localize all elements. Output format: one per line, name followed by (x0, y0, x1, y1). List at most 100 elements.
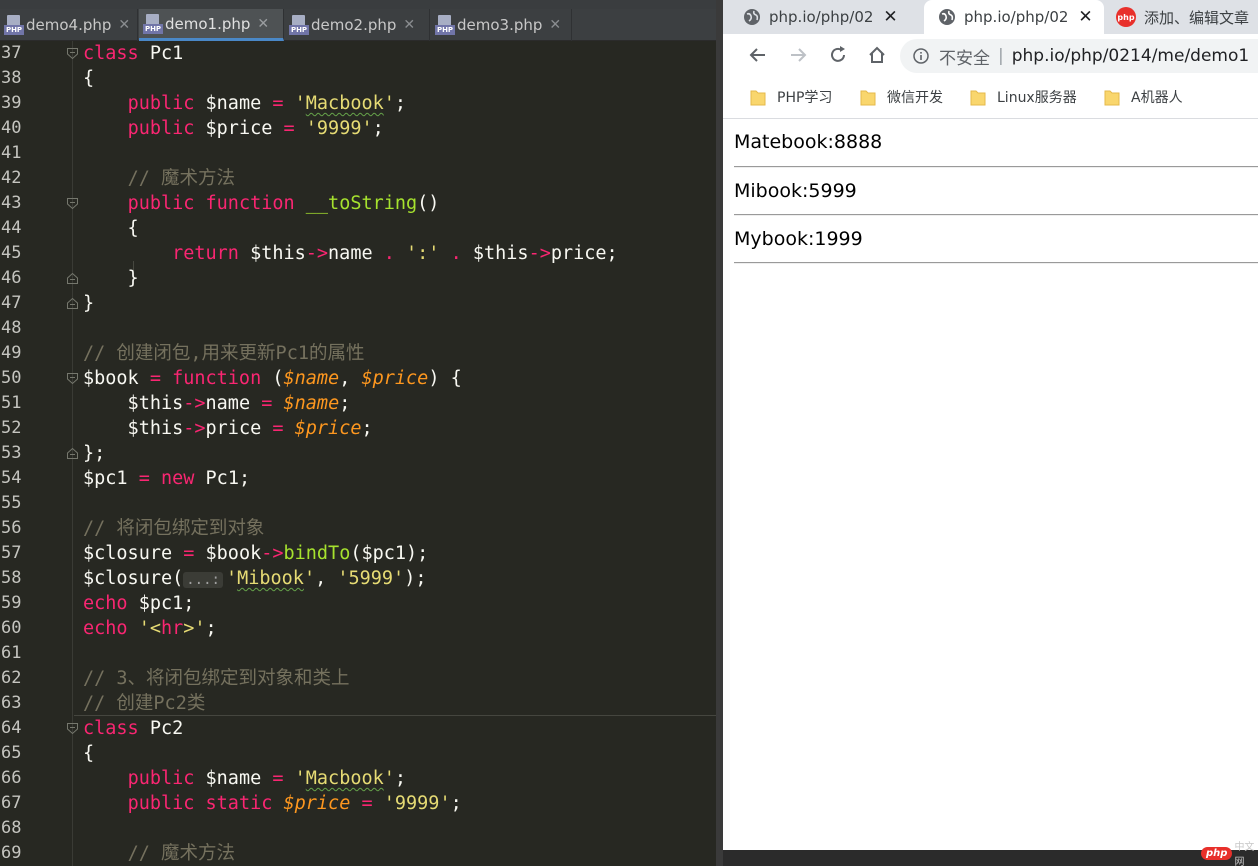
fold-marker-icon[interactable] (66, 47, 79, 60)
forward-arrow-icon[interactable] (787, 44, 809, 66)
php-file-icon: PHP (289, 14, 309, 36)
output-line: Mibook:5999 (734, 180, 857, 202)
php-file-icon: PHP (143, 13, 163, 35)
bookmarks-bar: PHP学习 微信开发 Linux服务器 A机器人 (723, 77, 1258, 119)
home-icon[interactable] (866, 44, 888, 66)
fold-marker-icon[interactable] (66, 372, 79, 385)
close-icon[interactable]: ✕ (1078, 7, 1092, 27)
code-line[interactable]: 69 // 魔术方法 (0, 841, 716, 866)
line-number: 38 (1, 68, 22, 88)
code-line[interactable]: 37 class Pc1 (0, 41, 716, 66)
watermark-logo: php (1201, 846, 1233, 860)
bookmark-linux[interactable]: Linux服务器 (970, 87, 1077, 107)
code-line[interactable]: 59 echo $pc1; (0, 591, 716, 616)
code-line[interactable]: 46 } (0, 266, 716, 291)
line-number: 51 (1, 393, 22, 413)
line-number: 54 (1, 468, 22, 488)
code-text: $book = function ($name, $price) { (83, 368, 462, 389)
browser-tab-3[interactable]: php 添加、编辑文章 (1116, 0, 1258, 34)
tab-label: demo3.php (457, 16, 543, 34)
code-line[interactable]: 51 $this->name = $name; (0, 391, 716, 416)
code-line[interactable]: 65 { (0, 741, 716, 766)
code-line[interactable]: 47} (0, 291, 716, 316)
code-line[interactable]: 45 return $this->name . ':' . $this->pri… (0, 241, 716, 266)
reload-icon[interactable] (827, 44, 849, 66)
line-number: 64 (1, 718, 22, 738)
code-text: // 3、将闭包绑定到对象和类上 (83, 668, 350, 689)
fold-marker-icon[interactable] (66, 197, 79, 210)
code-line[interactable]: 60 echo '<hr>'; (0, 616, 716, 641)
code-text: public $price = '9999'; (127, 118, 384, 139)
code-line[interactable]: 55 (0, 491, 716, 516)
fold-marker-icon[interactable] (66, 722, 79, 735)
code-line[interactable]: 62 // 3、将闭包绑定到对象和类上 (0, 666, 716, 691)
close-icon[interactable]: ✕ (549, 17, 561, 33)
close-icon[interactable]: ✕ (883, 7, 897, 27)
code-line[interactable]: 39 public $name = 'Macbook'; (0, 91, 716, 116)
code-line[interactable]: 66 public $name = 'Macbook'; (0, 766, 716, 791)
code-text: } (83, 293, 95, 314)
code-text: public $name = 'Macbook'; (127, 768, 407, 789)
bookmark-wechat[interactable]: 微信开发 (860, 87, 943, 107)
back-arrow-icon[interactable] (747, 44, 769, 66)
fold-marker-icon[interactable] (66, 447, 79, 460)
tab-demo1[interactable]: PHP demo1.php ✕ (139, 9, 284, 41)
code-line[interactable]: 41 (0, 141, 716, 166)
browser-tab-2[interactable]: php.io/php/02 ✕ (924, 0, 1104, 34)
folder-icon (750, 90, 766, 106)
code-text: }; (83, 443, 106, 464)
output-line: Mybook:1999 (734, 228, 863, 250)
code-line[interactable]: 57 $closure = $book->bindTo($pc1); (0, 541, 716, 566)
horizontal-rule (734, 166, 1258, 168)
code-line[interactable]: 53}; (0, 441, 716, 466)
address-bar[interactable]: 不安全 | php.io/php/0214/me/demo1 (900, 39, 1258, 73)
tab-demo3[interactable]: PHP demo3.php ✕ (431, 9, 572, 41)
code-text: public function __toString() (127, 193, 440, 214)
code-line[interactable]: 43 public function __toString() (0, 191, 716, 216)
line-number: 48 (1, 318, 22, 338)
code-text: class Pc1 (83, 43, 184, 64)
line-number: 59 (1, 593, 22, 613)
code-line[interactable]: 50 $book = function ($name, $price) { (0, 366, 716, 391)
code-text: $this->price = $price; (83, 418, 373, 439)
bookmark-php[interactable]: PHP学习 (750, 87, 832, 107)
browser-tab-1[interactable]: php.io/php/02 ✕ (743, 0, 923, 34)
bookmark-robot[interactable]: A机器人 (1104, 87, 1183, 107)
browser-tab-strip: php.io/php/02 ✕ php.io/php/02 ✕ php 添加、编… (723, 0, 1258, 34)
page-content: Matebook:8888 Mibook:5999 Mybook:1999 (723, 120, 1258, 850)
code-text: $this->name = $name; (83, 393, 351, 414)
code-text: $closure(...: 'Mibook', '5999'); (83, 568, 427, 589)
code-line[interactable]: 68 (0, 816, 716, 841)
code-line[interactable]: 67 public static $price = '9999'; (0, 791, 716, 816)
code-editor[interactable]: PHP demo4.php ✕ PHP demo1.php ✕ PHP demo… (0, 0, 716, 866)
code-line[interactable]: 64 class Pc2 (0, 716, 716, 741)
code-line[interactable]: 44 { (0, 216, 716, 241)
code-line[interactable]: 38 { (0, 66, 716, 91)
code-line[interactable]: 42 // 魔术方法 (0, 166, 716, 191)
code-text: echo $pc1; (83, 593, 195, 614)
code-line[interactable]: 49 // 创建闭包,用来更新Pc1的属性 (0, 341, 716, 366)
tab-demo2[interactable]: PHP demo2.php ✕ (285, 9, 430, 41)
code-line[interactable]: 40 public $price = '9999'; (0, 116, 716, 141)
close-icon[interactable]: ✕ (403, 17, 415, 33)
code-text: echo '<hr>'; (83, 618, 217, 639)
code-area[interactable]: 37 class Pc1 38 {39 public $name = 'Macbook… (0, 41, 716, 866)
line-number: 42 (1, 168, 22, 188)
line-number: 65 (1, 743, 22, 763)
fold-marker-icon[interactable] (66, 297, 79, 310)
close-icon[interactable]: ✕ (118, 17, 130, 33)
code-line[interactable]: 61 (0, 641, 716, 666)
tab-demo4[interactable]: PHP demo4.php ✕ (0, 9, 138, 41)
line-number: 45 (1, 243, 22, 263)
code-line[interactable]: 58 $closure(...: 'Mibook', '5999'); (0, 566, 716, 591)
tab-label: demo1.php (165, 14, 251, 33)
code-line[interactable]: 52 $this->price = $price; (0, 416, 716, 441)
info-icon[interactable] (913, 48, 929, 64)
url-text[interactable]: php.io/php/0214/me/demo1 (1012, 46, 1249, 66)
code-line[interactable]: 54 $pc1 = new Pc1; (0, 466, 716, 491)
fold-marker-icon[interactable] (66, 272, 79, 285)
code-line[interactable]: 48 (0, 316, 716, 341)
close-icon[interactable]: ✕ (257, 16, 269, 32)
code-line[interactable]: 63 // 创建Pc2类 (0, 691, 716, 716)
code-line[interactable]: 56 // 将闭包绑定到对象 (0, 516, 716, 541)
